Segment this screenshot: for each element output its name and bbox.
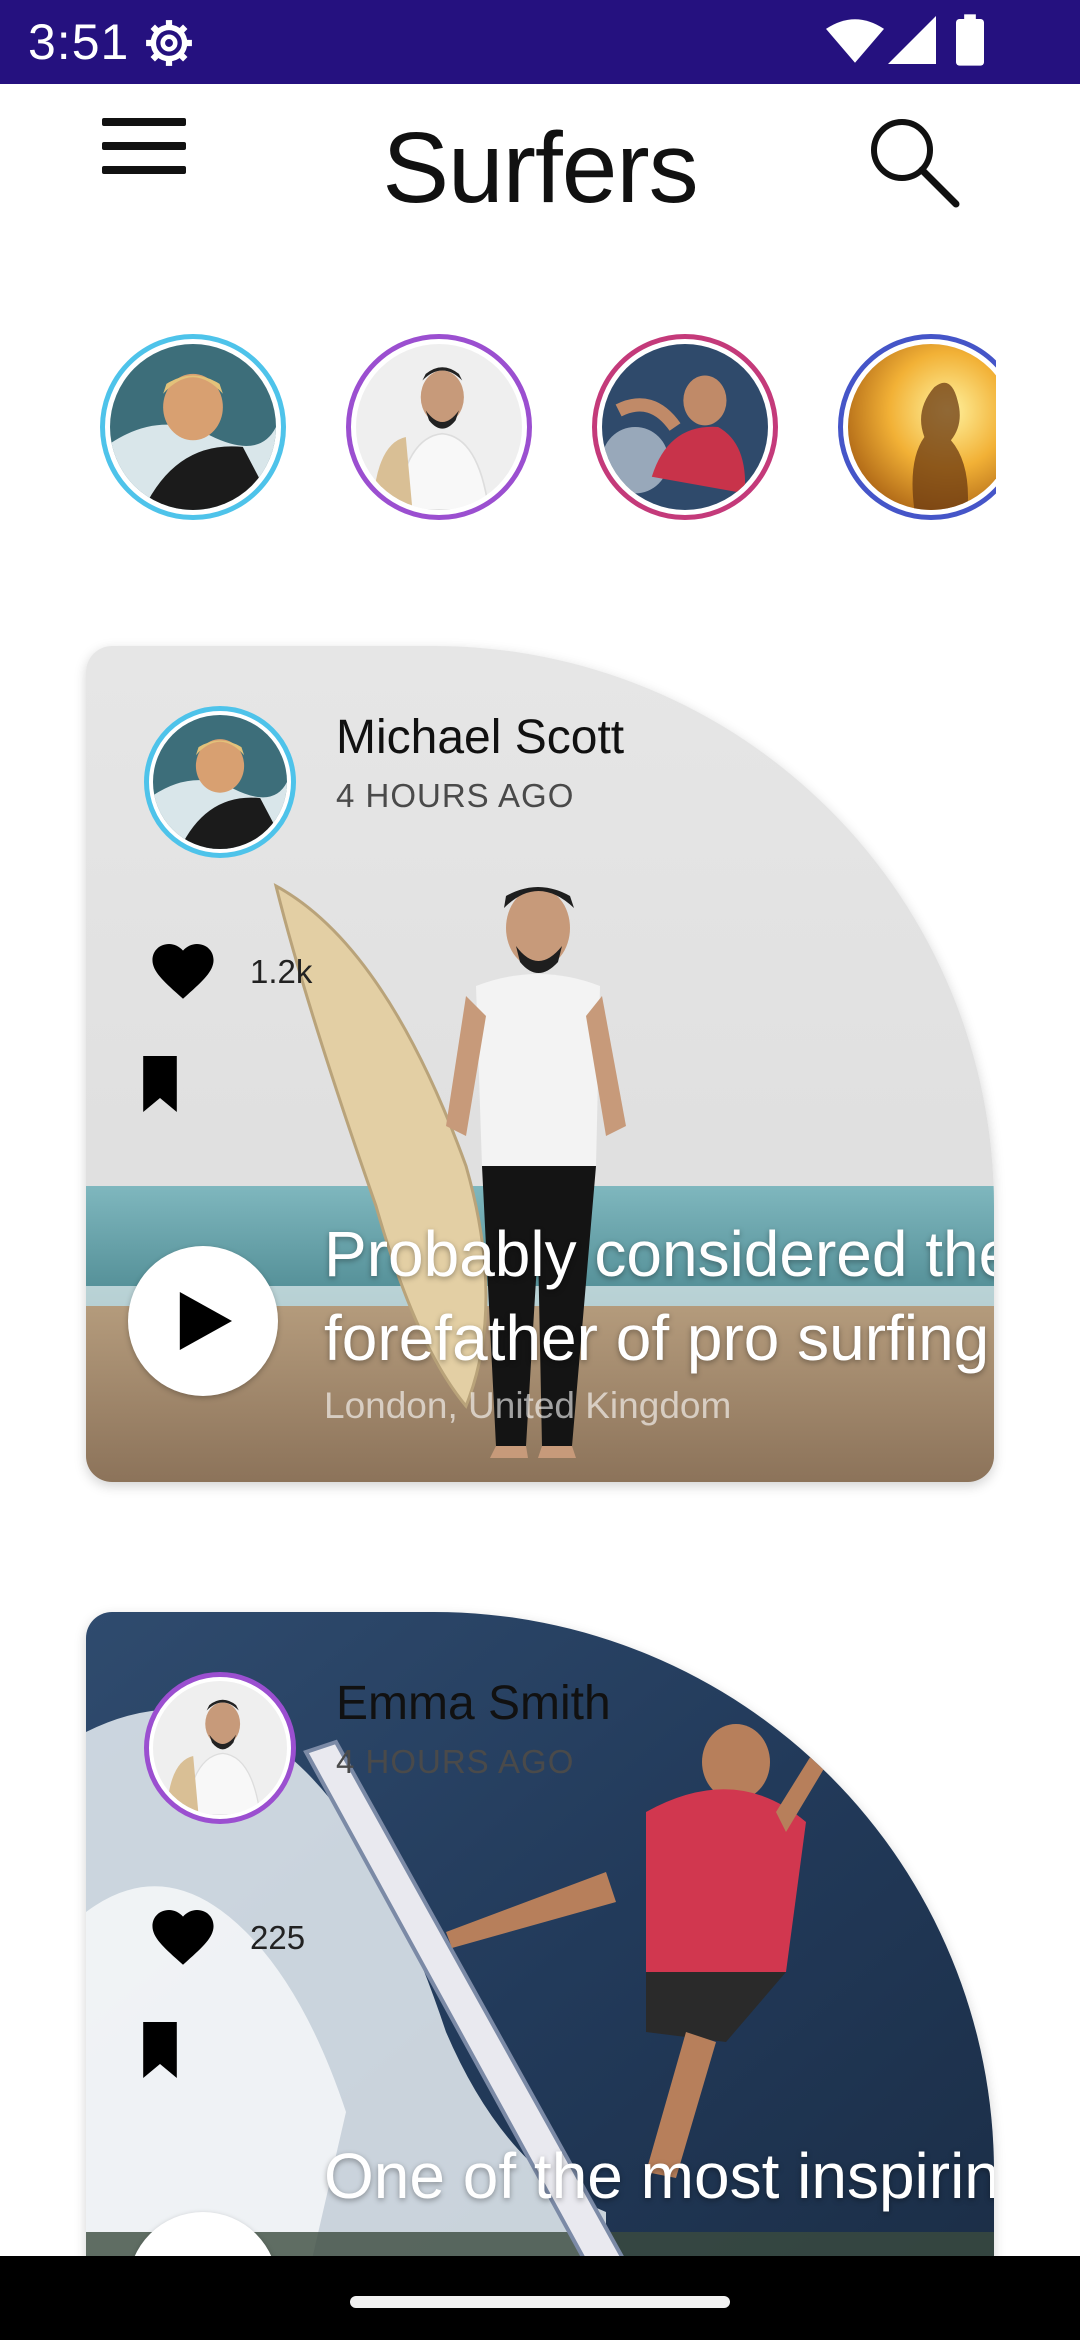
- story-avatar[interactable]: [346, 334, 532, 520]
- wifi-icon: [826, 19, 884, 63]
- avatar: [356, 344, 522, 510]
- stories-row: [100, 334, 996, 522]
- page-title: Surfers: [382, 112, 698, 224]
- play-button[interactable]: [128, 1246, 278, 1396]
- like-count: 225: [250, 1919, 306, 1956]
- avatar: [153, 715, 287, 849]
- post-time: 4 HOURS AGO: [336, 777, 575, 814]
- status-time: 3:51: [28, 14, 130, 70]
- heart-icon[interactable]: [152, 944, 214, 1000]
- avatar: [153, 1681, 287, 1815]
- avatar: [110, 344, 276, 510]
- battery-icon: [956, 14, 984, 66]
- bookmark-icon[interactable]: [140, 1056, 180, 1112]
- story-avatar[interactable]: [592, 334, 778, 520]
- post-card[interactable]: Michael Scott 4 HOURS AGO 1.2k Probably …: [86, 646, 994, 1482]
- settings-gear-icon: [146, 20, 192, 66]
- cell-signal-icon: [888, 16, 936, 64]
- story-avatar[interactable]: [100, 334, 286, 520]
- home-gesture-handle[interactable]: [350, 2296, 730, 2308]
- post-location: London, United Kingdom: [324, 1385, 732, 1426]
- story-avatar[interactable]: [838, 334, 996, 520]
- play-icon: [179, 1292, 232, 1350]
- author-name[interactable]: Michael Scott: [336, 710, 624, 766]
- hamburger-menu-icon[interactable]: [92, 112, 196, 188]
- post-caption: One of the most inspiring: [324, 2140, 994, 2212]
- search-icon[interactable]: [862, 110, 962, 210]
- avatar: [602, 344, 768, 510]
- post-time: 4 HOURS AGO: [336, 1743, 575, 1780]
- author-name[interactable]: Emma Smith: [336, 1676, 611, 1732]
- system-nav-bar: [0, 2256, 1080, 2340]
- post-card[interactable]: Emma Smith 4 HOURS AGO 225 One of the mo…: [86, 1612, 994, 2340]
- bookmark-icon[interactable]: [140, 2022, 180, 2078]
- author-avatar[interactable]: [144, 1672, 296, 1824]
- author-avatar[interactable]: [144, 706, 296, 858]
- status-bar: 3:51: [0, 0, 1080, 84]
- avatar: [848, 344, 996, 510]
- heart-icon[interactable]: [152, 1910, 214, 1966]
- like-count: 1.2k: [250, 953, 313, 990]
- post-caption: Probably considered the forefather of pr…: [324, 1218, 994, 1374]
